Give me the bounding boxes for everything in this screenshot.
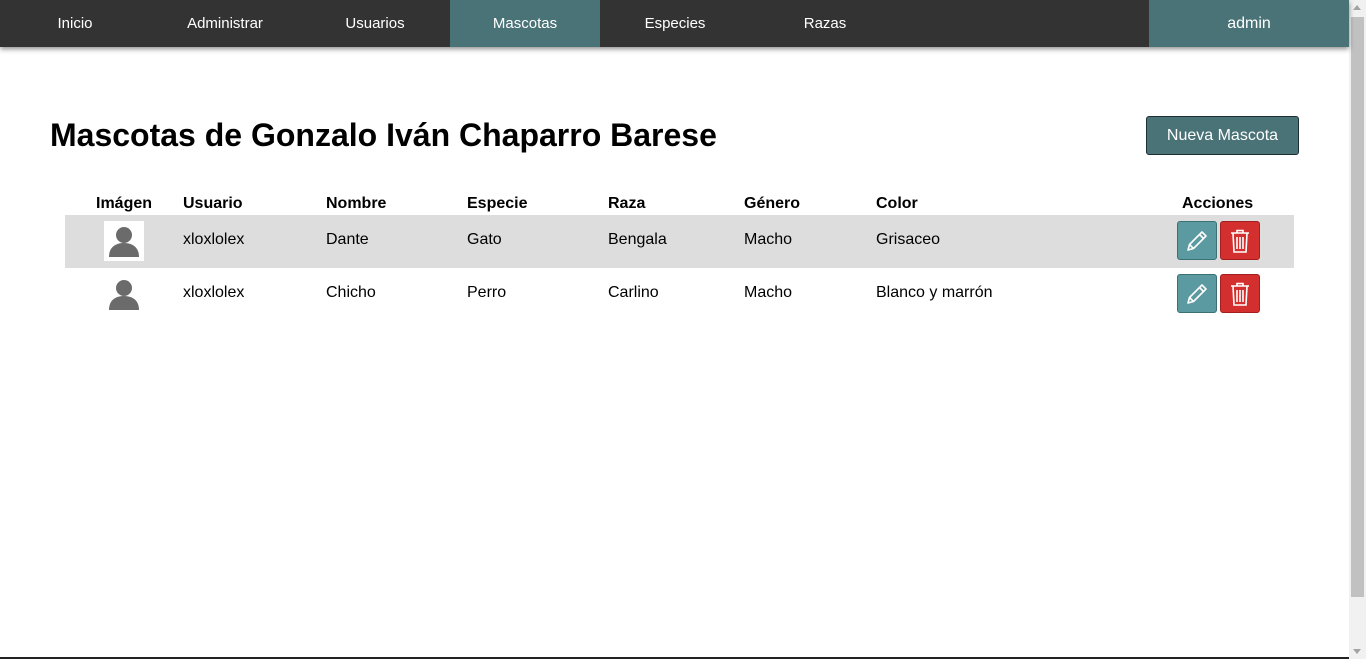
cell-color: Blanco y marrón [876,284,993,301]
cell-especie: Gato [467,231,502,248]
header-acciones: Acciones [1182,195,1254,212]
trash-icon [1231,229,1249,253]
edit-button[interactable] [1177,274,1217,313]
pencil-icon [1187,230,1207,251]
scrollbar-thumb[interactable] [1351,17,1364,597]
cell-genero: Macho [744,284,793,301]
nav-item-razas[interactable]: Razas [750,0,900,47]
user-avatar-icon [104,221,144,261]
header-especie: Especie [467,195,528,212]
top-navbar: Inicio Administrar Usuarios Mascotas Esp… [0,0,1349,47]
page-title: Mascotas de Gonzalo Iván Chaparro Barese [50,117,717,153]
new-pet-button[interactable]: Nueva Mascota [1146,116,1299,155]
edit-button[interactable] [1177,221,1217,260]
user-avatar-icon [104,274,144,314]
trash-icon [1231,282,1249,306]
nav-user-menu[interactable]: admin [1149,0,1349,47]
table-header: Imágen Usuario Nombre Especie Raza Géner… [65,193,1294,215]
vertical-scrollbar[interactable] [1349,0,1366,659]
cell-color: Grisaceo [876,231,941,248]
cell-raza: Carlino [608,284,659,301]
nav-item-administrar[interactable]: Administrar [150,0,300,47]
header-imagen: Imágen [96,195,153,212]
cell-usuario: xloxlolex [183,231,245,248]
delete-button[interactable] [1220,274,1260,313]
delete-button[interactable] [1220,221,1260,260]
header-nombre: Nombre [326,195,387,212]
cell-raza: Bengala [608,231,667,248]
nav-item-usuarios[interactable]: Usuarios [300,0,450,47]
header-raza: Raza [608,195,646,212]
scroll-up-arrow-icon[interactable] [1353,5,1361,10]
table-row: xloxlolex Dante Gato Bengala Macho Grisa… [65,215,1294,268]
header-usuario: Usuario [183,195,243,212]
pencil-icon [1187,283,1207,304]
nav-item-mascotas[interactable]: Mascotas [450,0,600,47]
nav-item-especies[interactable]: Especies [600,0,750,47]
table-row: xloxlolex Chicho Perro Carlino Macho Bla… [65,268,1294,321]
cell-genero: Macho [744,231,793,248]
cell-nombre: Dante [326,231,369,248]
header-color: Color [876,195,918,212]
cell-nombre: Chicho [326,284,376,301]
pets-table: Imágen Usuario Nombre Especie Raza Géner… [65,193,1294,321]
cell-usuario: xloxlolex [183,284,245,301]
header-genero: Género [744,195,801,212]
nav-item-inicio[interactable]: Inicio [0,0,150,47]
scroll-down-arrow-icon[interactable] [1353,649,1361,654]
cell-especie: Perro [467,284,507,301]
